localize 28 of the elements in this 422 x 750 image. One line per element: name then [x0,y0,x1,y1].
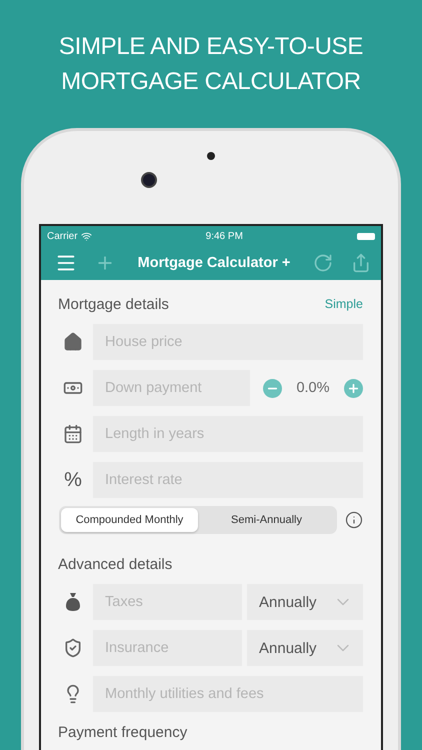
screen-title: Mortgage Calculator + [136,255,292,271]
refresh-icon[interactable] [313,253,333,273]
speaker [207,152,215,160]
carrier-label: Carrier [47,230,78,242]
frequency-dropdown[interactable]: Annually [247,630,363,666]
calendar-icon [63,424,83,444]
plus-button[interactable] [344,378,363,398]
plus-icon [347,382,360,394]
info-icon[interactable] [345,511,363,529]
section-title: Advanced details [58,556,172,572]
headline: MORTGAGE CALCULATOR [61,69,361,95]
battery-icon [357,232,375,240]
segment-tab[interactable]: Semi-Annually [198,508,335,532]
clock: 9:46 PM [206,230,243,242]
percent-value: 0.0% [295,380,331,396]
house-icon [63,332,83,352]
section-title: Payment frequency [58,724,188,740]
wifi-icon [80,230,92,242]
minus-button[interactable] [263,378,282,398]
segment-tab[interactable]: Compounded Monthly [61,508,198,532]
headline: SIMPLE AND EASY-TO-USE [58,34,364,60]
shield-check-icon [63,638,83,658]
percent-icon: % [64,468,82,492]
camera [140,172,156,188]
share-icon[interactable] [351,253,371,273]
section-title: Mortgage details [58,296,169,312]
frequency-dropdown[interactable]: Annually [247,584,363,620]
money-bag-icon [64,592,82,612]
